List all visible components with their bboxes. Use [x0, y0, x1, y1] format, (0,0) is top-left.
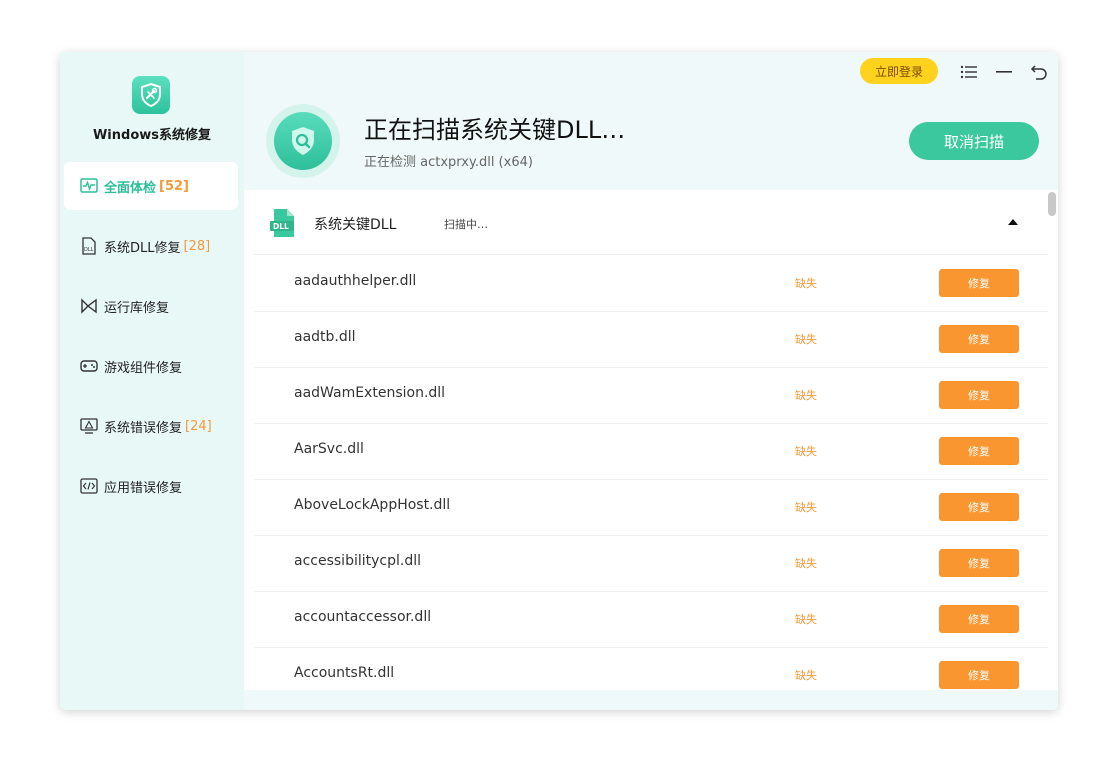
- fix-button[interactable]: 修复: [939, 437, 1019, 465]
- monitor-warning-icon: [80, 417, 98, 435]
- sidebar-item-label: 全面体检: [104, 180, 157, 196]
- group-title: 系统关键DLL: [314, 217, 397, 233]
- status-label: 缺失: [795, 669, 817, 682]
- dll-group-icon: DLL: [268, 208, 298, 238]
- sidebar-item-label: 运行库修复: [104, 300, 170, 316]
- group-header[interactable]: DLL 系统关键DLL 扫描中…: [254, 190, 1048, 255]
- sidebar-item-label: 游戏组件修复: [104, 360, 183, 376]
- cancel-scan-button[interactable]: 取消扫描: [909, 122, 1039, 160]
- status-label: 缺失: [795, 613, 817, 626]
- status-label: 缺失: [795, 557, 817, 570]
- scan-title: 正在扫描系统关键DLL…: [364, 116, 626, 144]
- table-row: AboveLockAppHost.dll 缺失 修复: [254, 479, 1048, 536]
- sidebar: Windows系统修复 全面体检 [52] DLL 系统DLL修复 [28] 运…: [60, 52, 244, 710]
- sidebar-item-count: [28]: [183, 238, 211, 254]
- fix-button[interactable]: 修复: [939, 269, 1019, 297]
- dll-name: aadWamExtension.dll: [294, 385, 446, 401]
- status-label: 缺失: [795, 389, 817, 402]
- dll-name: aadauthhelper.dll: [294, 273, 417, 289]
- sidebar-item-dll-repair[interactable]: DLL 系统DLL修复 [28]: [64, 222, 238, 270]
- sidebar-item-count: [24]: [185, 418, 212, 434]
- sidebar-item-app-error-repair[interactable]: 应用错误修复: [64, 462, 238, 510]
- login-button[interactable]: 立即登录: [860, 58, 938, 84]
- code-window-icon: [80, 477, 98, 495]
- fix-button[interactable]: 修复: [939, 605, 1019, 633]
- table-row: AarSvc.dll 缺失 修复: [254, 423, 1048, 480]
- gamepad-icon: [80, 357, 98, 375]
- sidebar-item-label: 系统DLL修复: [104, 240, 181, 256]
- dll-name: AboveLockAppHost.dll: [294, 497, 451, 513]
- table-row: accessibilitycpl.dll 缺失 修复: [254, 535, 1048, 592]
- sidebar-item-game-repair[interactable]: 游戏组件修复: [64, 342, 238, 390]
- dll-name: accessibilitycpl.dll: [294, 553, 421, 569]
- svg-text:DLL: DLL: [273, 222, 289, 231]
- fix-button[interactable]: 修复: [939, 549, 1019, 577]
- group-status: 扫描中…: [444, 218, 488, 231]
- sidebar-item-label: 应用错误修复: [104, 480, 183, 496]
- table-row: AccountsRt.dll 缺失 修复: [254, 647, 1048, 690]
- app-window: Windows系统修复 全面体检 [52] DLL 系统DLL修复 [28] 运…: [60, 52, 1058, 710]
- fix-button[interactable]: 修复: [939, 493, 1019, 521]
- heartbeat-icon: [80, 177, 98, 195]
- sidebar-item-full-check[interactable]: 全面体检 [52]: [64, 162, 238, 210]
- menu-icon[interactable]: [959, 62, 979, 82]
- dll-name: accountaccessor.dll: [294, 609, 432, 625]
- table-row: aadauthhelper.dll 缺失 修复: [254, 255, 1048, 312]
- fix-button[interactable]: 修复: [939, 661, 1019, 689]
- table-row: aadWamExtension.dll 缺失 修复: [254, 367, 1048, 424]
- dll-file-icon: DLL: [80, 237, 98, 255]
- dll-name: AarSvc.dll: [294, 441, 364, 457]
- fix-button[interactable]: 修复: [939, 325, 1019, 353]
- status-label: 缺失: [795, 501, 817, 514]
- scan-current-file: 正在检测 actxprxy.dll (x64): [364, 155, 533, 170]
- back-close-icon[interactable]: [1029, 62, 1049, 82]
- app-logo-icon: [132, 76, 170, 114]
- table-row: aadtb.dll 缺失 修复: [254, 311, 1048, 368]
- status-label: 缺失: [795, 277, 817, 290]
- runtime-icon: [80, 297, 98, 315]
- status-label: 缺失: [795, 445, 817, 458]
- app-title: Windows系统修复: [92, 128, 212, 143]
- scan-results-panel: DLL 系统关键DLL 扫描中… aadauthhelper.dll 缺失 修复…: [244, 190, 1058, 690]
- svg-text:DLL: DLL: [84, 247, 94, 253]
- table-row: accountaccessor.dll 缺失 修复: [254, 591, 1048, 648]
- scrollbar-thumb[interactable]: [1048, 192, 1056, 216]
- collapse-icon[interactable]: [1006, 214, 1020, 228]
- scan-status-icon: [266, 104, 340, 178]
- dll-name: AccountsRt.dll: [294, 665, 395, 681]
- minimize-icon[interactable]: [994, 62, 1014, 82]
- sidebar-item-count: [52]: [159, 178, 189, 194]
- sidebar-item-system-error-repair[interactable]: 系统错误修复 [24]: [64, 402, 238, 450]
- status-label: 缺失: [795, 333, 817, 346]
- fix-button[interactable]: 修复: [939, 381, 1019, 409]
- sidebar-item-runtime-repair[interactable]: 运行库修复: [64, 282, 238, 330]
- sidebar-item-label: 系统错误修复: [104, 420, 183, 436]
- dll-name: aadtb.dll: [294, 329, 356, 345]
